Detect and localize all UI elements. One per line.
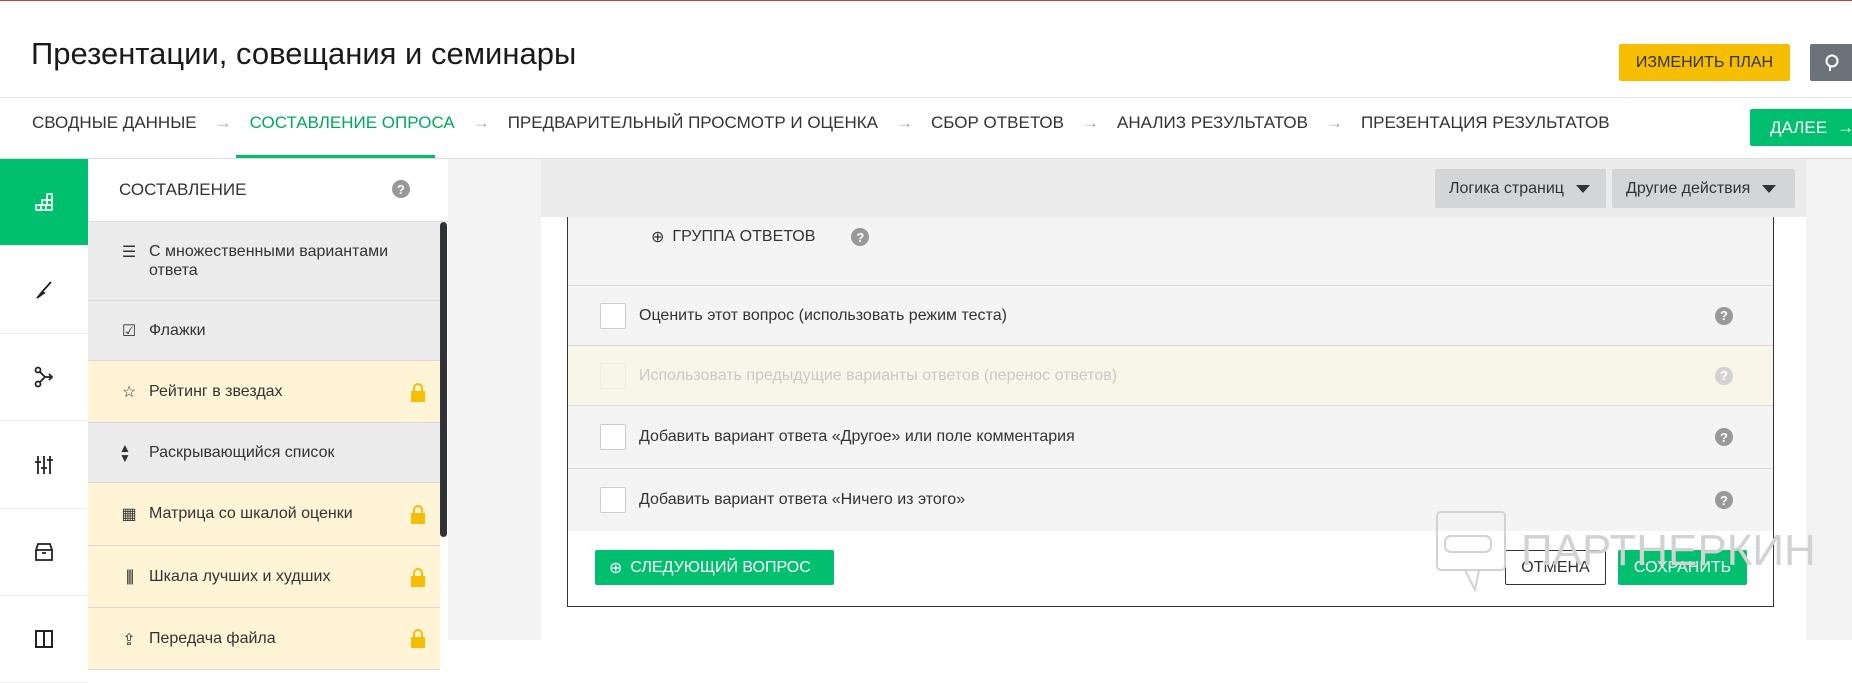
bars-icon: |||: [125, 567, 134, 585]
sidebar-scrollbar[interactable]: [440, 222, 447, 537]
checkbox[interactable]: [600, 424, 626, 450]
item-label: Передача файла: [149, 630, 276, 647]
arrow-right-icon: →: [1082, 113, 1099, 132]
step-analyze[interactable]: АНАЛИЗ РЕЗУЛЬТАТОВ: [1117, 113, 1308, 133]
help-icon[interactable]: ?: [392, 180, 410, 198]
panel-title: СОСТАВЛЕНИЕ: [119, 180, 247, 199]
panel-header: СОСТАВЛЕНИЕ?: [88, 159, 448, 222]
option-row-carry-forward: Использовать предыдущие варианты ответов…: [568, 345, 1773, 405]
item-label: Матрица со шкалой оценки: [149, 505, 353, 522]
branch-icon: [34, 366, 54, 388]
help-icon[interactable]: ?: [1715, 306, 1733, 325]
rail-design[interactable]: [0, 247, 88, 334]
question-type-file-upload[interactable]: ⇪ Передача файла: [88, 608, 440, 670]
step-present[interactable]: ПРЕЗЕНТАЦИЯ РЕЗУЛЬТАТОВ: [1361, 113, 1610, 133]
help-icon[interactable]: ?: [1715, 428, 1733, 446]
option-label: Добавить вариант ответа «Ничего из этого…: [639, 491, 966, 508]
page-logic-dropdown[interactable]: Логика страниц: [1435, 169, 1606, 208]
lock-icon: [411, 567, 425, 587]
step-collect[interactable]: СБОР ОТВЕТОВ: [931, 113, 1064, 133]
arrow-right-icon: →: [214, 113, 232, 132]
item-label: Раскрывающийся список: [149, 443, 335, 461]
group-label: ГРУППА ОТВЕТОВ: [672, 228, 816, 245]
top-border: [0, 0, 1852, 1]
question-type-multiple-choice[interactable]: ☰ С множественными вариантами ответа: [88, 222, 440, 301]
question-type-star-rating[interactable]: ☆ Рейтинг в звездах: [88, 361, 440, 423]
plus-circle-icon: ⊕: [651, 229, 665, 246]
question-type-matrix[interactable]: ▦ Матрица со шкалой оценки: [88, 483, 440, 546]
item-label: Флажки: [149, 321, 206, 339]
checkbox: [600, 362, 626, 389]
upload-icon: ⇪: [122, 632, 136, 649]
answer-group-button[interactable]: ⊕ ГРУППА ОТВЕТОВ?: [651, 227, 870, 247]
checkbox[interactable]: [600, 487, 626, 513]
change-plan-button[interactable]: ИЗМЕНИТЬ ПЛАН: [1619, 44, 1790, 81]
lock-icon: [411, 629, 425, 648]
feedback-button[interactable]: [1810, 44, 1852, 81]
option-label: Добавить вариант ответа «Другое» или пол…: [639, 428, 1075, 445]
option-row-score[interactable]: Оценить этот вопрос (использовать режим …: [568, 285, 1773, 345]
checkbox[interactable]: [600, 302, 626, 329]
rail-build[interactable]: [0, 159, 88, 246]
caret-down-icon: [1575, 184, 1590, 193]
checkbox-icon: ☑: [121, 322, 137, 340]
help-icon[interactable]: ?: [1715, 366, 1733, 385]
question-type-dropdown[interactable]: ▲ ▼ Раскрывающийся список: [88, 423, 440, 483]
right-gutter: [1806, 159, 1852, 640]
arrow-right-icon: →: [472, 113, 490, 132]
workflow-steps: СВОДНЫЕ ДАННЫЕ → СОСТАВЛЕНИЕ ОПРОСА → ПРЕД…: [32, 113, 1610, 133]
step-design[interactable]: СОСТАВЛЕНИЕ ОПРОСА: [250, 113, 455, 133]
arrow-right-icon: →: [1325, 113, 1343, 132]
item-label: Рейтинг в звездах: [149, 382, 283, 400]
other-actions-label: Другие действия: [1626, 179, 1751, 197]
dropdown-icon: ▲ ▼: [119, 440, 131, 465]
layout-icon: [35, 630, 53, 648]
chat-bubble-icon: [1825, 54, 1839, 71]
question-type-checkboxes[interactable]: ☑ Флажки: [88, 301, 440, 361]
star-icon: ☆: [121, 383, 137, 401]
question-type-best-worst[interactable]: ||| Шкала лучших и худших: [88, 546, 440, 608]
lock-icon: [411, 382, 425, 402]
arrow-right-icon: →: [896, 113, 913, 132]
item-label: С множественными вариантами ответа: [149, 243, 389, 279]
item-label: Шкала лучших и худших: [149, 567, 331, 585]
editor-toolbar: Логика страниц Другие действия: [541, 159, 1806, 217]
sliders-icon: [35, 456, 53, 474]
next-step-button[interactable]: ДАЛЕЕ →: [1750, 109, 1852, 146]
caret-down-icon: [1762, 184, 1777, 193]
rail-options[interactable]: [0, 422, 88, 509]
next-label: ДАЛЕЕ: [1770, 117, 1828, 137]
brush-icon: [36, 281, 52, 299]
other-actions-dropdown[interactable]: Другие действия: [1612, 169, 1795, 208]
help-icon[interactable]: ?: [1715, 491, 1733, 509]
cancel-button[interactable]: ОТМЕНА: [1505, 550, 1606, 585]
gutter: [448, 159, 541, 640]
option-row-other[interactable]: Добавить вариант ответа «Другое» или пол…: [568, 405, 1773, 468]
page-logic-label: Логика страниц: [1449, 179, 1564, 197]
option-label: Оценить этот вопрос (использовать режим …: [639, 306, 1007, 324]
archive-icon: [35, 543, 53, 561]
step-preview[interactable]: ПРЕДВАРИТЕЛЬНЫЙ ПРОСМОТР И ОЦЕНКА: [508, 113, 878, 133]
option-row-none[interactable]: Добавить вариант ответа «Ничего из этого…: [568, 468, 1773, 531]
list-icon: ☰: [121, 244, 137, 261]
rail-logic[interactable]: [0, 334, 88, 421]
header-divider: [0, 97, 1852, 98]
next-question-button[interactable]: ⊕ СЛЕДУЮЩИЙ ВОПРОС: [595, 550, 834, 585]
step-summary[interactable]: СВОДНЫЕ ДАННЫЕ: [32, 113, 197, 133]
rail-library[interactable]: [0, 509, 88, 596]
help-icon[interactable]: ?: [851, 228, 870, 246]
grid-icon: ▦: [121, 506, 137, 523]
page-title: Презентации, совещания и семинары: [31, 36, 577, 71]
lock-icon: [411, 505, 425, 524]
tool-rail: [0, 159, 88, 683]
plus-circle-icon: ⊕: [609, 559, 623, 577]
option-label: Использовать предыдущие варианты ответов…: [639, 366, 1118, 384]
build-icon: [35, 193, 53, 211]
save-button[interactable]: СОХРАНИТЬ: [1618, 550, 1747, 585]
question-types-panel: СОСТАВЛЕНИЕ? ☰ С множественными вариантам…: [88, 159, 448, 670]
arrow-right-icon: →: [1837, 117, 1852, 137]
next-question-label: СЛЕДУЮЩИЙ ВОПРОС: [630, 558, 811, 576]
question-editor-card: ⊕ ГРУППА ОТВЕТОВ? Оценить этот вопрос (ис…: [567, 217, 1774, 607]
